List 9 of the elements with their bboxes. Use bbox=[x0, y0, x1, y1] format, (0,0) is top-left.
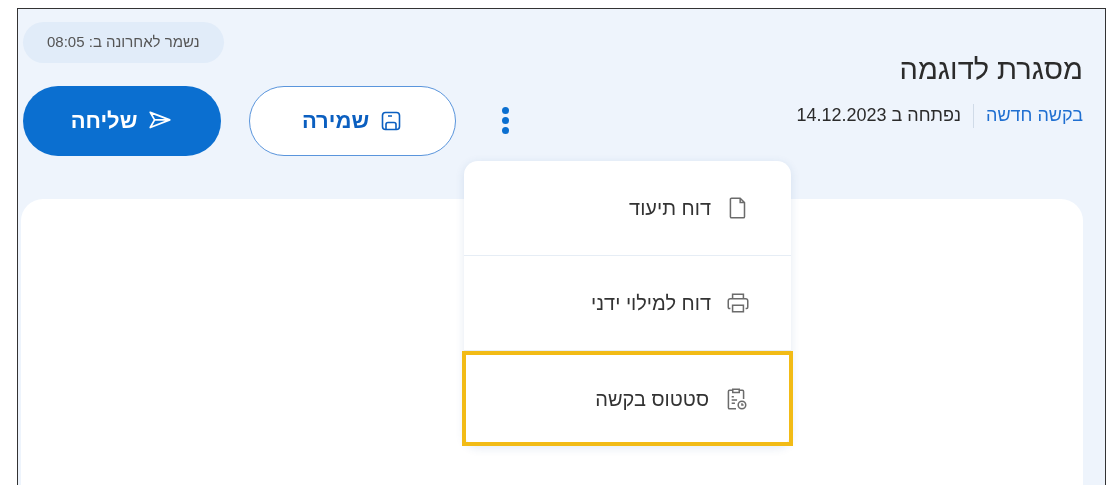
send-button[interactable]: שליחה bbox=[23, 85, 221, 156]
page-title: מסגרת לדוגמה bbox=[898, 55, 1083, 84]
save-button[interactable]: שמירה bbox=[249, 85, 456, 156]
menu-item[interactable]: סטטוס בקשה bbox=[462, 351, 793, 446]
menu-item[interactable]: דוח למילוי ידני bbox=[464, 256, 791, 351]
last-saved-badge: נשמר לאחרונה ב: 08:05 bbox=[23, 22, 224, 63]
opened-date: נפתחה ב 14.12.2023 bbox=[796, 104, 962, 127]
new-request-link[interactable]: בקשה חדשה bbox=[986, 102, 1083, 129]
menu-item[interactable]: דוח תיעוד bbox=[464, 161, 791, 256]
